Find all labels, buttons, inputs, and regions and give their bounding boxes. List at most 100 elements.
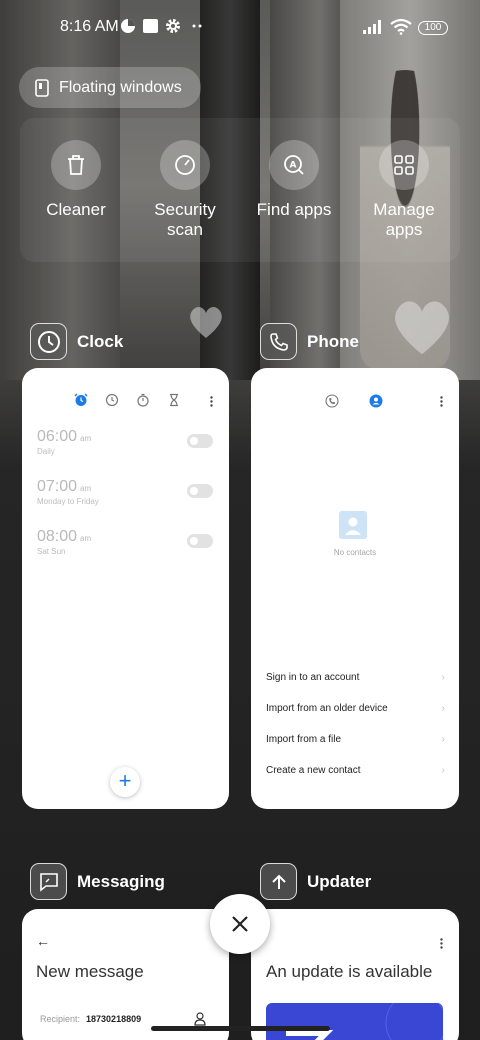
import-file-row[interactable]: Import from a file ›	[266, 734, 445, 745]
back-arrow-icon[interactable]: ←	[36, 933, 50, 949]
floating-windows-button[interactable]: Floating windows	[19, 67, 201, 108]
signal-icon	[363, 20, 381, 34]
import-older-device-row[interactable]: Import from an older device ›	[266, 703, 445, 714]
svg-text:A: A	[290, 161, 297, 171]
cleaner-label: Cleaner	[46, 200, 106, 219]
recipient-field[interactable]: Recipient: 18730218809	[40, 1014, 141, 1024]
alarm-time: 08:00	[37, 528, 78, 545]
more-options-icon[interactable]	[210, 396, 213, 407]
update-banner-graphic	[286, 992, 447, 1040]
chevron-right-icon: ›	[441, 765, 445, 776]
floating-windows-label: Floating windows	[59, 78, 182, 96]
phone-icon	[269, 332, 288, 351]
messaging-app-name: Messaging	[77, 871, 165, 891]
phone-app-card[interactable]: No contacts Sign in to an account › Impor…	[251, 368, 459, 809]
grid-icon	[394, 155, 414, 175]
manage-apps-label: Manage apps	[373, 200, 435, 239]
alarm-time: 06:00	[37, 428, 78, 445]
gauge-icon	[175, 155, 195, 175]
add-alarm-button[interactable]: +	[110, 767, 140, 797]
updater-app-icon	[260, 863, 297, 900]
alarm-tab-icon[interactable]	[74, 393, 88, 407]
alarm-repeat: Daily	[37, 447, 55, 456]
sign-in-account-row[interactable]: Sign in to an account ›	[266, 672, 445, 683]
alarm-item[interactable]: 07:00 am Monday to Friday	[37, 478, 99, 506]
more-options-icon[interactable]	[440, 396, 443, 407]
message-icon	[39, 872, 58, 892]
new-message-title: New message	[36, 962, 144, 981]
create-contact-row[interactable]: Create a new contact ›	[266, 765, 445, 776]
alarm-ampm: am	[80, 434, 92, 443]
messaging-app-icon	[30, 863, 67, 900]
stopwatch-tab-icon[interactable]	[136, 393, 150, 407]
clock-icon	[37, 330, 60, 353]
clock-app-name: Clock	[77, 331, 124, 351]
clock-app-card[interactable]: 06:00 am Daily 07:00 am Monday to Friday 0…	[22, 368, 229, 809]
phone-app-name: Phone	[307, 331, 359, 351]
security-scan-button[interactable]: Security scan	[125, 140, 245, 240]
alarm-item[interactable]: 06:00 am Daily	[37, 428, 91, 456]
wifi-icon	[390, 18, 412, 35]
world-clock-tab-icon[interactable]	[105, 393, 119, 407]
chevron-right-icon: ›	[441, 672, 445, 683]
update-available-title: An update is available	[266, 962, 433, 981]
heart-decoration-icon	[190, 306, 222, 338]
security-scan-label: Security scan	[154, 200, 216, 239]
clock-app-icon	[30, 323, 67, 360]
chevron-right-icon: ›	[441, 734, 445, 745]
row-label: Create a new contact	[266, 765, 361, 776]
cleaner-button[interactable]: Cleaner	[16, 140, 136, 220]
contact-picker-icon[interactable]	[194, 1012, 206, 1026]
alarm-repeat: Sat Sun	[37, 547, 66, 556]
square-notification-icon	[143, 19, 158, 33]
alarm-item[interactable]: 08:00 am Sat Sun	[37, 528, 91, 556]
clear-all-button[interactable]	[210, 894, 270, 954]
contacts-tab-icon[interactable]	[369, 394, 383, 408]
heart-decoration-icon	[395, 301, 449, 355]
find-apps-label: Find apps	[256, 200, 332, 219]
more-options-icon[interactable]	[440, 938, 443, 949]
settings-gear-icon	[166, 19, 180, 33]
chevron-right-icon: ›	[441, 703, 445, 714]
status-bar: 8:16 AM 100	[0, 0, 480, 56]
update-banner	[266, 992, 447, 1040]
alarm-ampm: am	[80, 484, 92, 493]
timer-tab-icon[interactable]	[167, 393, 181, 407]
data-saver-icon	[121, 19, 135, 33]
more-dots-icon	[192, 24, 202, 28]
recipient-label: Recipient:	[40, 1014, 81, 1024]
battery-icon: 100	[418, 21, 448, 35]
alarm-repeat: Monday to Friday	[37, 497, 99, 506]
phone-tabs	[325, 394, 383, 408]
row-label: Import from a file	[266, 734, 342, 745]
clock-app-header[interactable]: Clock	[30, 323, 123, 360]
clock-tabs	[74, 393, 181, 407]
alarm-toggle[interactable]	[187, 484, 213, 498]
manage-apps-button[interactable]: Manage apps	[344, 140, 464, 240]
updater-app-header[interactable]: Updater	[260, 863, 371, 900]
alarm-toggle[interactable]	[187, 534, 213, 548]
close-icon	[232, 916, 248, 932]
messaging-app-card[interactable]: ← New message Recipient: 18730218809	[22, 909, 229, 1040]
recents-tab-icon[interactable]	[325, 394, 339, 408]
updater-app-card[interactable]: An update is available	[251, 909, 459, 1040]
floating-window-icon	[35, 78, 49, 97]
phone-app-icon	[260, 323, 297, 360]
updater-app-name: Updater	[307, 871, 372, 891]
empty-contacts-icon	[339, 511, 367, 539]
row-label: Sign in to an account	[266, 672, 360, 683]
no-contacts-text: No contacts	[333, 548, 377, 557]
alarm-toggle[interactable]	[187, 434, 213, 448]
phone-app-header[interactable]: Phone	[260, 323, 359, 360]
home-indicator[interactable]	[151, 1026, 330, 1031]
messaging-app-header[interactable]: Messaging	[30, 863, 165, 900]
status-time: 8:16 AM	[60, 18, 119, 35]
alarm-ampm: am	[80, 534, 92, 543]
find-apps-button[interactable]: A Find apps	[234, 140, 354, 220]
recipient-value: 18730218809	[86, 1014, 142, 1024]
update-arrow-icon	[271, 874, 286, 889]
trash-icon	[68, 155, 84, 175]
row-label: Import from an older device	[266, 703, 388, 714]
alarm-time: 07:00	[37, 478, 78, 495]
search-apps-icon: A	[284, 155, 304, 175]
